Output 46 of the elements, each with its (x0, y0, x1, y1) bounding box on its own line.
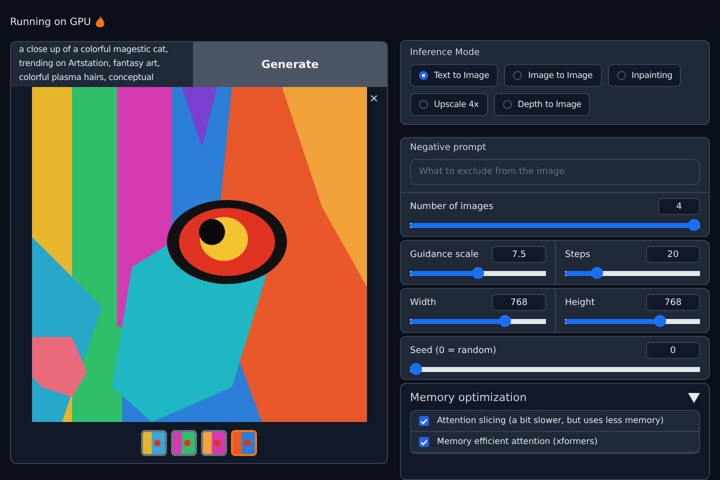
checkbox-option[interactable]: Memory efficient attention (xformers) (411, 432, 699, 453)
slider-fill (565, 270, 594, 276)
slider-label: Number of images (410, 202, 494, 212)
slider-label: Width (410, 298, 436, 308)
number-field[interactable]: 20 (646, 246, 700, 263)
checkbox[interactable] (419, 416, 429, 426)
thumbnail[interactable] (201, 430, 227, 456)
slider-label: Seed (0 = random) (410, 346, 496, 356)
checkbox[interactable] (419, 437, 429, 447)
radio-icon[interactable] (419, 71, 428, 80)
section-label: Inference Mode (410, 48, 481, 58)
radio-option[interactable]: Depth to Image (494, 93, 590, 116)
number-field[interactable]: 768 (492, 294, 546, 311)
prompt-field[interactable]: a close up of a colorful magestic cat, trending on Artstation, fantasy art, colorful plasma hairs, conceptual (11, 42, 193, 87)
generate-button[interactable]: Generate (193, 42, 387, 87)
checkbox-option[interactable]: Attention slicing (a bit slower, but uses less memory) (411, 411, 699, 432)
thumbnail[interactable] (171, 430, 197, 456)
thumbnail[interactable] (231, 430, 257, 456)
slider-thumb[interactable] (590, 267, 603, 279)
negative-prompt-field[interactable]: What to exclude from the image (410, 159, 700, 185)
flame-icon (94, 15, 105, 29)
number-field[interactable]: 7.5 (492, 246, 546, 263)
slider-label: Steps (565, 250, 590, 260)
number-field[interactable]: 0 (646, 342, 700, 359)
field-label: Negative prompt (410, 143, 487, 153)
radio-icon[interactable] (616, 71, 626, 80)
radio-icon[interactable] (513, 71, 522, 80)
accordion-header[interactable]: Memory optimization (410, 388, 700, 410)
slider-thumb[interactable] (499, 315, 512, 327)
radio-icon[interactable] (419, 100, 428, 109)
number-field[interactable]: 768 (646, 294, 700, 311)
slider-thumb[interactable] (688, 219, 700, 231)
status-text: Running on GPU (10, 16, 91, 28)
thumbnail[interactable] (141, 430, 167, 456)
number-field[interactable]: 4 (658, 198, 700, 215)
close-button[interactable]: × (366, 91, 381, 105)
slider-thumb[interactable] (472, 267, 484, 279)
radio-option[interactable]: Text to Image (410, 64, 498, 87)
radio-option[interactable]: Inpainting (608, 64, 682, 87)
slider-label: Height (565, 298, 595, 308)
radio-option[interactable]: Upscale 4x (410, 93, 488, 116)
radio-option[interactable]: Image to Image (504, 64, 602, 87)
slider-thumb[interactable] (654, 315, 666, 327)
radio-icon[interactable] (502, 100, 512, 109)
slider-thumb[interactable] (410, 363, 422, 375)
slider-label: Guidance scale (410, 250, 479, 260)
